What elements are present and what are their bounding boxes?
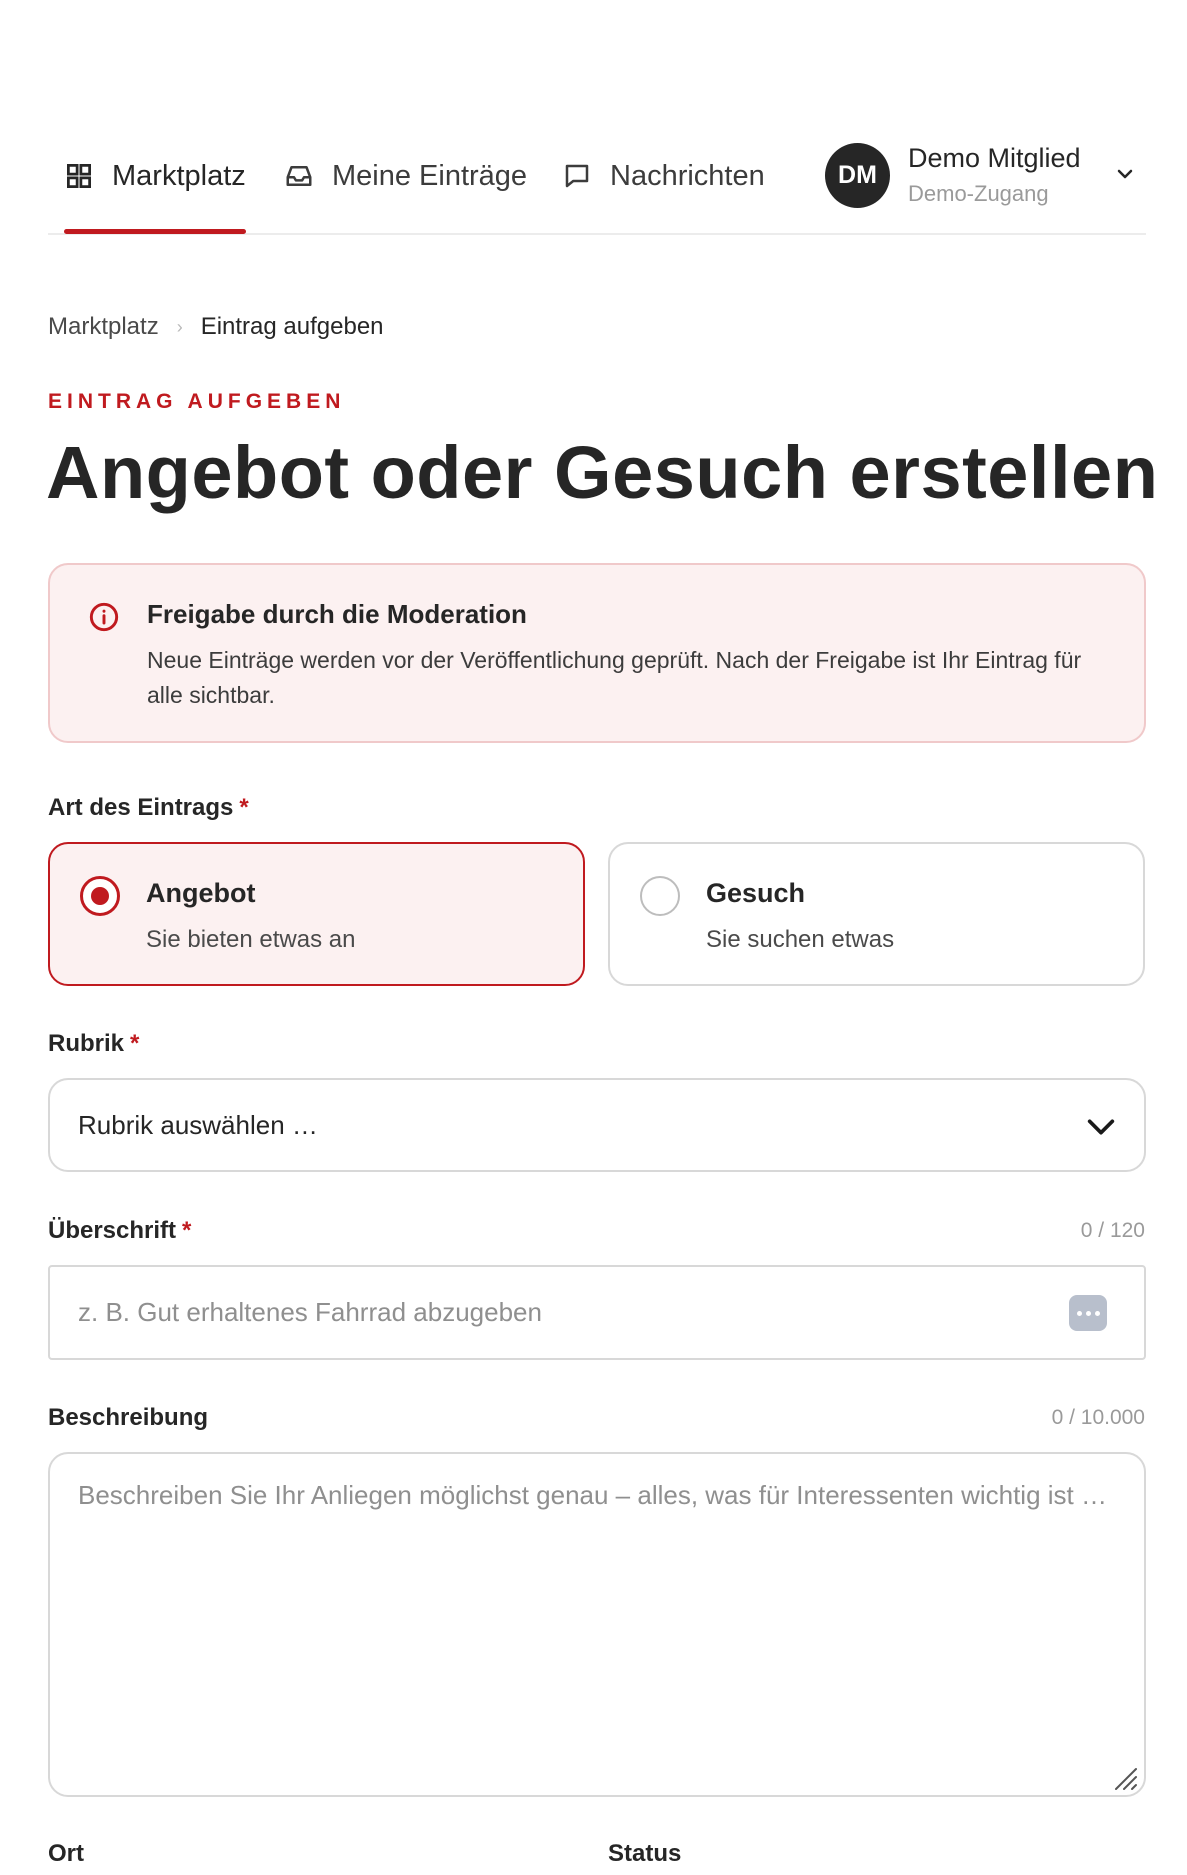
user-subtitle: Demo-Zugang	[908, 181, 1049, 206]
autofill-icon[interactable]	[1069, 1295, 1107, 1331]
location-label-text: Ort	[48, 1840, 84, 1867]
gesuch-subtitle: Sie suchen etwas	[706, 926, 895, 953]
chevron-down-icon	[1087, 1119, 1115, 1135]
category-select[interactable]: Rubrik auswählen …	[48, 1078, 1146, 1172]
headline-char-counter: 0 / 120	[1080, 1219, 1145, 1242]
moderation-notice: Freigabe durch die Moderation Neue Eintr…	[48, 563, 1146, 743]
breadcrumb-link-marktplatz[interactable]: Marktplatz	[48, 313, 159, 341]
avatar: DM	[825, 142, 890, 208]
tab-nachrichten[interactable]: Nachrichten	[562, 154, 765, 198]
category-select-value: Rubrik auswählen …	[78, 1110, 318, 1140]
chevron-down-icon	[1117, 169, 1133, 179]
notice-title: Freigabe durch die Moderation	[147, 599, 527, 629]
description-textarea[interactable]	[48, 1452, 1146, 1797]
user-menu[interactable]: DM Demo Mitglied Demo-Zugang	[825, 140, 1145, 210]
headline-label: Überschrift *	[48, 1217, 191, 1245]
entry-type-angebot-card[interactable]: Angebot Sie bieten etwas an	[48, 842, 585, 986]
tab-label: Meine Einträge	[332, 159, 528, 192]
page-eyebrow: EINTRAG AUFGEBEN	[48, 390, 346, 413]
main-nav: Marktplatz Meine Einträge Nachrichten DM…	[48, 118, 1146, 235]
angebot-subtitle: Sie bieten etwas an	[146, 926, 356, 953]
resize-handle-icon[interactable]	[1112, 1765, 1138, 1791]
tab-meine-eintraege[interactable]: Meine Einträge	[284, 154, 527, 198]
user-info: Demo Mitglied Demo-Zugang	[908, 141, 1081, 209]
category-label-text: Rubrik	[48, 1030, 125, 1057]
page-title: Angebot oder Gesuch erstellen	[46, 431, 1159, 514]
status-label-text: Status	[608, 1840, 682, 1867]
breadcrumb-current: Eintrag aufgeben	[200, 313, 384, 340]
tab-label: Nachrichten	[610, 159, 765, 192]
angebot-radio[interactable]	[80, 876, 120, 916]
status-label: Status	[608, 1840, 681, 1868]
angebot-title: Angebot	[146, 878, 256, 908]
entry-type-label: Art des Eintrags *	[48, 794, 249, 822]
required-marker: *	[182, 1217, 192, 1244]
grid-icon	[67, 164, 91, 188]
location-label: Ort	[48, 1840, 84, 1868]
inbox-icon	[286, 166, 312, 186]
breadcrumb-separator: ›	[176, 316, 183, 337]
gesuch-title: Gesuch	[706, 878, 806, 908]
entry-type-label-text: Art des Eintrags	[48, 794, 234, 821]
category-label: Rubrik *	[48, 1030, 139, 1058]
required-marker: *	[130, 1030, 140, 1057]
headline-label-text: Überschrift	[48, 1217, 177, 1244]
description-label: Beschreibung	[48, 1404, 208, 1432]
description-label-text: Beschreibung	[48, 1404, 209, 1431]
chat-icon	[565, 164, 589, 188]
notice-text: Neue Einträge werden vor der Veröffentli…	[147, 647, 1082, 708]
description-char-counter: 0 / 10.000	[1051, 1406, 1145, 1429]
required-marker: *	[239, 794, 249, 821]
tab-label: Marktplatz	[112, 159, 246, 192]
tab-marktplatz[interactable]: Marktplatz	[64, 154, 246, 234]
gesuch-radio[interactable]	[640, 876, 680, 916]
user-name: Demo Mitglied	[908, 143, 1081, 173]
headline-input[interactable]	[48, 1265, 1146, 1360]
entry-type-gesuch-card[interactable]: Gesuch Sie suchen etwas	[608, 842, 1145, 986]
breadcrumb: Marktplatz › Eintrag aufgeben	[48, 310, 384, 344]
info-icon	[89, 602, 119, 632]
